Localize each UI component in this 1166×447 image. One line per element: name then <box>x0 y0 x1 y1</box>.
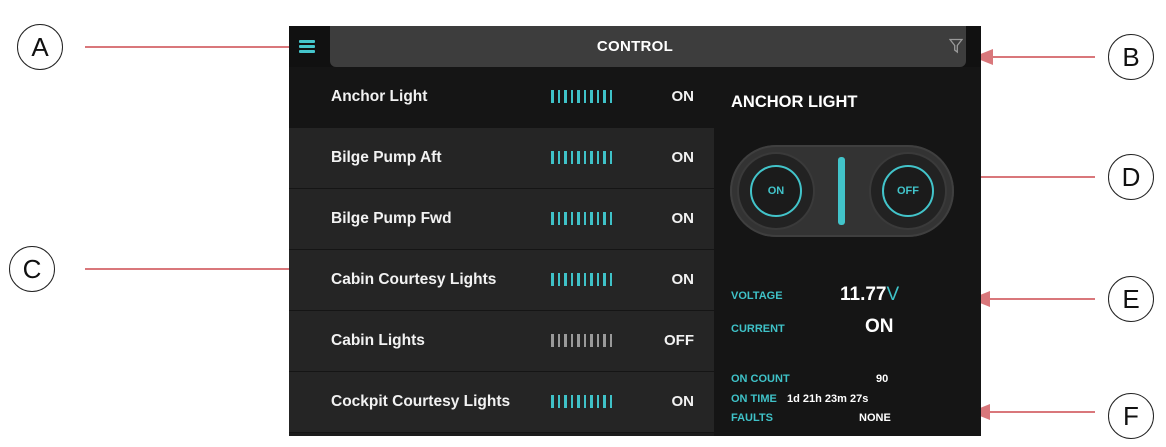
current-value: ON <box>865 316 894 337</box>
level-indicator <box>551 395 616 409</box>
on-time-label: ON TIME <box>731 393 777 405</box>
callout-a: A <box>17 24 63 70</box>
current-label: CURRENT <box>731 323 785 335</box>
voltage-label: VOLTAGE <box>731 290 783 302</box>
circuit-state: ON <box>671 210 695 227</box>
circuit-label: Anchor Light <box>331 88 428 105</box>
switch-divider <box>838 157 845 225</box>
on-button-label: ON <box>750 165 802 217</box>
detail-panel: ANCHOR LIGHT ON OFF VOLTAGE 11.77V CURRE… <box>714 67 981 436</box>
level-indicator <box>551 273 616 287</box>
off-button-label: OFF <box>882 165 934 217</box>
on-off-switch: ON OFF <box>730 145 954 237</box>
on-count-value: 90 <box>876 373 889 385</box>
circuit-label: Cabin Courtesy Lights <box>331 271 497 288</box>
circuit-state: OFF <box>664 332 694 349</box>
circuit-state: ON <box>671 88 695 105</box>
circuit-state: ON <box>671 393 695 410</box>
circuit-state: ON <box>671 271 695 288</box>
off-button[interactable]: OFF <box>871 154 945 228</box>
on-count-label: ON COUNT <box>731 373 790 385</box>
voltage-number: 11.77 <box>840 284 887 305</box>
callout-d: D <box>1108 154 1154 200</box>
callout-e: E <box>1108 276 1154 322</box>
on-time-value: 1d 21h 23m 27s <box>787 393 869 405</box>
circuit-state: ON <box>671 149 695 166</box>
list-item-anchor-light[interactable]: Anchor Light ON <box>289 67 714 128</box>
list-item-cabin-courtesy-lights[interactable]: Cabin Courtesy Lights ON <box>289 250 714 311</box>
callout-f: F <box>1108 393 1154 439</box>
header: CONTROL <box>289 26 981 67</box>
voltage-unit: V <box>886 284 900 305</box>
list-item-bilge-pump-aft[interactable]: Bilge Pump Aft ON <box>289 128 714 189</box>
level-indicator <box>551 212 616 226</box>
on-button[interactable]: ON <box>739 154 813 228</box>
faults-value: NONE <box>859 412 891 424</box>
detail-title: ANCHOR LIGHT <box>731 93 858 111</box>
faults-label: FAULTS <box>731 412 773 424</box>
list-item-bilge-pump-fwd[interactable]: Bilge Pump Fwd ON <box>289 189 714 250</box>
level-indicator <box>551 334 616 348</box>
list-item-cockpit-courtesy-lights[interactable]: Cockpit Courtesy Lights ON <box>289 372 714 433</box>
list-item-cabin-lights[interactable]: Cabin Lights OFF <box>289 311 714 372</box>
level-indicator <box>551 151 616 165</box>
voltage-value: 11.77V <box>840 284 899 306</box>
circuit-list: Anchor Light ON Bilge Pump Aft ON Bilge … <box>289 67 714 433</box>
callout-b: B <box>1108 34 1154 80</box>
page-title: CONTROL <box>596 38 674 55</box>
circuit-label: Cockpit Courtesy Lights <box>331 393 511 410</box>
level-indicator <box>551 90 616 104</box>
circuit-label: Bilge Pump Aft <box>331 149 442 166</box>
circuit-label: Bilge Pump Fwd <box>331 210 452 227</box>
callout-c: C <box>9 246 55 292</box>
circuit-label: Cabin Lights <box>331 332 425 349</box>
control-screen: CONTROL Anchor Light ON Bilge Pump Aft O… <box>289 26 981 436</box>
filter-funnel-icon[interactable] <box>949 38 963 54</box>
